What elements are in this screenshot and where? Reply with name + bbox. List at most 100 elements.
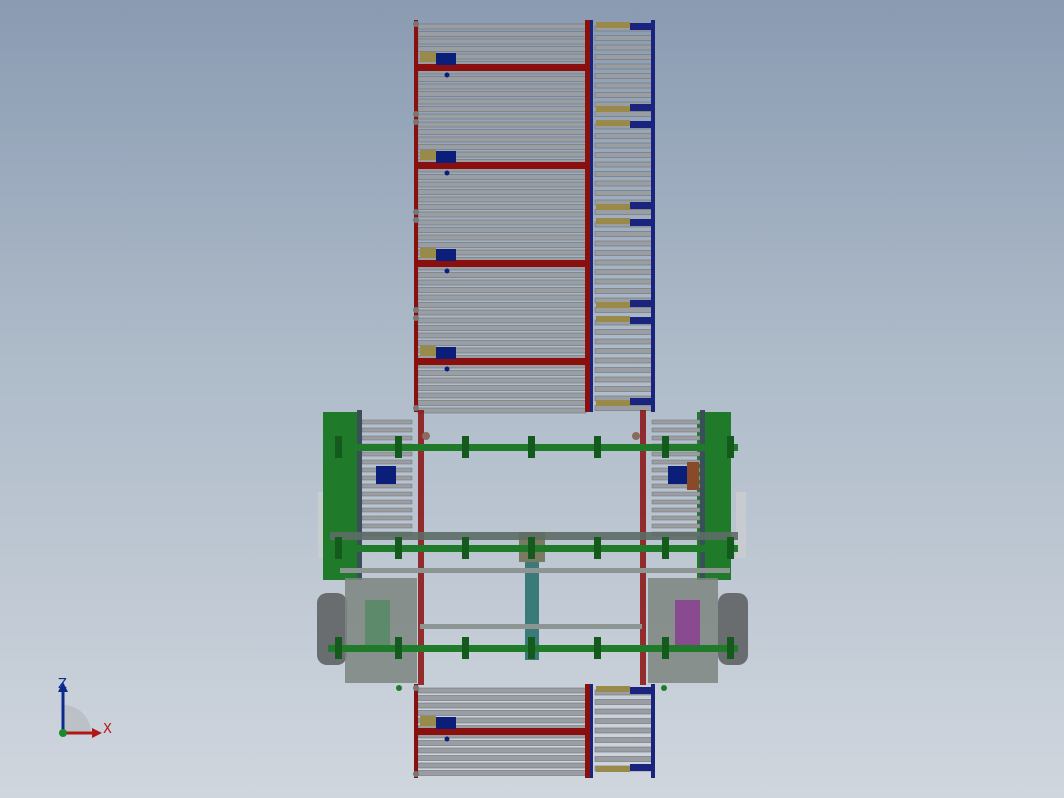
roller	[594, 746, 654, 753]
side-roller	[651, 451, 701, 457]
roller	[594, 73, 654, 79]
side-roller	[361, 451, 413, 457]
motor-bolt	[444, 170, 450, 176]
roller	[417, 83, 587, 90]
cross-beam	[418, 260, 586, 267]
bar-bracket	[594, 637, 601, 659]
end-cap	[413, 685, 419, 691]
roller	[417, 287, 587, 293]
roller	[594, 35, 654, 41]
frame-rail-left	[414, 314, 418, 412]
frame-rail-blue	[590, 216, 593, 314]
roller	[594, 756, 654, 762]
roller	[417, 144, 587, 150]
triad-icon	[58, 682, 102, 738]
roller	[417, 129, 587, 135]
roller	[417, 762, 587, 769]
tan-bracket	[596, 400, 630, 406]
roller	[594, 209, 654, 215]
roller	[417, 747, 587, 754]
side-roller	[651, 427, 701, 433]
frame-rail-blue	[590, 20, 593, 118]
bar-bracket	[662, 637, 669, 659]
tan-bracket	[420, 346, 436, 356]
roller	[594, 44, 654, 51]
roller	[417, 106, 587, 112]
roller	[417, 219, 587, 226]
motor-unit	[436, 53, 456, 65]
motor-unit	[436, 717, 456, 729]
motor-bolt	[444, 268, 450, 274]
roller	[417, 695, 587, 701]
side-roller	[651, 419, 701, 425]
roller	[417, 113, 587, 120]
cad-viewport[interactable]: Z X	[0, 0, 1064, 798]
roller	[417, 392, 587, 399]
roller	[417, 740, 587, 746]
side-roller	[651, 499, 701, 505]
roller	[417, 91, 587, 97]
frame-rail-blue-outer	[651, 20, 655, 118]
roller	[594, 152, 654, 158]
roller	[417, 770, 587, 776]
roller	[417, 46, 587, 52]
blue-bracket	[630, 317, 652, 324]
roller	[594, 54, 654, 60]
roller	[417, 38, 587, 45]
bar-bracket	[462, 637, 469, 659]
frame-rail-blue	[590, 684, 593, 778]
roller	[417, 332, 587, 339]
frame-post	[357, 410, 362, 580]
roller	[417, 204, 587, 210]
roller	[417, 400, 587, 406]
side-roller	[361, 459, 413, 465]
roller	[594, 329, 654, 335]
roller	[417, 309, 587, 316]
side-roller	[361, 523, 413, 529]
coordinate-triad: Z X	[40, 670, 130, 750]
roller	[594, 92, 654, 98]
bar-bracket	[528, 637, 535, 659]
roller	[417, 121, 587, 128]
roller	[594, 231, 654, 237]
frame-rail-blue	[590, 314, 593, 412]
cross-beam	[418, 358, 586, 365]
frame-rail-blue-outer	[651, 684, 655, 778]
motor-bolt	[444, 72, 450, 78]
end-cap	[413, 217, 419, 223]
roller	[594, 307, 654, 313]
roller	[417, 377, 587, 384]
roller	[594, 338, 654, 345]
roller	[594, 142, 654, 149]
frame-rail-left	[414, 684, 418, 778]
side-roller	[361, 427, 413, 433]
cross-beam	[418, 728, 586, 735]
roller	[417, 23, 587, 30]
roller	[417, 234, 587, 241]
side-roller	[651, 507, 701, 513]
bar-bracket	[528, 436, 535, 458]
side-roller	[361, 491, 413, 497]
motor-unit	[436, 347, 456, 359]
roller	[594, 376, 654, 383]
frame-rail-left	[414, 216, 418, 314]
bar-bracket	[335, 537, 342, 559]
roller	[417, 136, 587, 143]
tan-bracket	[420, 52, 436, 62]
roller	[594, 737, 654, 743]
side-roller	[361, 483, 413, 489]
roller	[594, 190, 654, 196]
roller	[594, 288, 654, 294]
roller	[417, 196, 587, 203]
blue-bracket	[630, 104, 652, 111]
roller	[417, 755, 587, 761]
connector	[422, 432, 430, 440]
side-roller	[361, 507, 413, 513]
blue-bracket	[630, 219, 652, 226]
roller	[594, 240, 654, 247]
side-roller	[651, 523, 701, 529]
roller	[417, 317, 587, 324]
bar-bracket	[594, 436, 601, 458]
roller	[417, 340, 587, 346]
conveyor-assembly-model[interactable]	[0, 0, 1064, 798]
